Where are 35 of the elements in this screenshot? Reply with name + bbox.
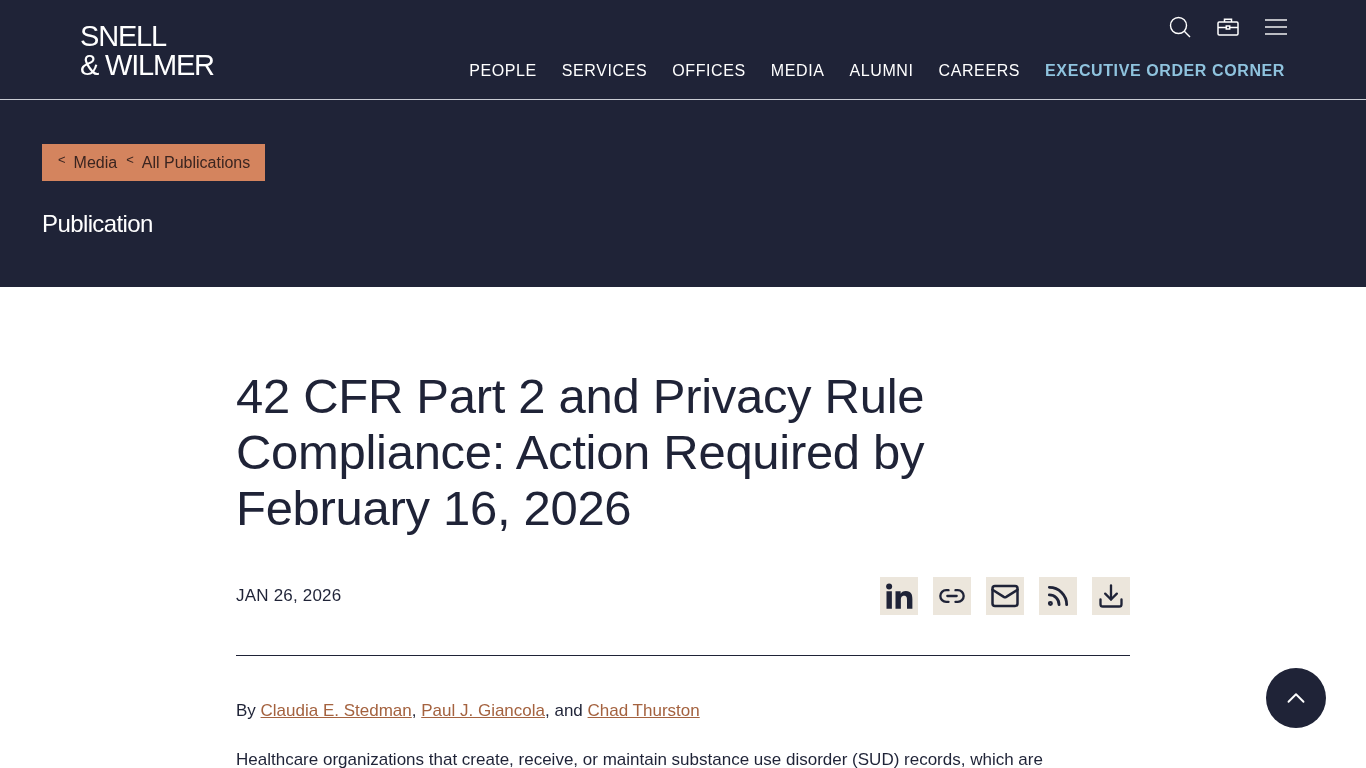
nav-link[interactable]: ALUMNI	[849, 61, 914, 81]
nav-link[interactable]: MEDIA	[770, 61, 825, 81]
author-link[interactable]: Paul J. Giancola	[421, 701, 545, 720]
briefcase-button[interactable]	[1217, 18, 1239, 36]
linkedin-icon	[884, 581, 914, 611]
nav-link[interactable]: SERVICES	[561, 61, 648, 81]
nav-link[interactable]: OFFICES	[672, 61, 746, 81]
breadcrumb-link[interactable]: All Publications	[141, 153, 251, 172]
nav-link[interactable]: CAREERS	[938, 61, 1021, 81]
search-button[interactable]	[1169, 16, 1191, 38]
nav-link[interactable]: PEOPLE	[469, 61, 537, 81]
byline: By Claudia E. Stedman, Paul J. Giancola, and Chad Thurston	[236, 700, 701, 722]
section-label: Publication	[42, 209, 153, 239]
menu-button[interactable]	[1265, 19, 1287, 35]
copy-link-button[interactable]	[933, 577, 971, 615]
chevron-icon: <	[126, 152, 134, 167]
download-icon	[1097, 582, 1125, 610]
breadcrumb-link[interactable]: Media	[73, 153, 118, 172]
publish-date: JAN 26, 2026	[236, 586, 342, 606]
menu-icon	[1265, 19, 1287, 35]
site-logo[interactable]: SNELL & WILMER	[80, 22, 214, 80]
author-link[interactable]: Chad Thurston	[587, 701, 700, 720]
author-link[interactable]: Claudia E. Stedman	[260, 701, 412, 720]
search-icon	[1169, 16, 1191, 38]
rss-button[interactable]	[1039, 577, 1077, 615]
rss-icon	[1045, 583, 1071, 609]
email-button[interactable]	[986, 577, 1024, 615]
body-paragraph: Healthcare organizations that create, receive, or maintain substance use disorder (SUD) records, which are	[236, 752, 1044, 768]
article-title: 42 CFR Part 2 and Privacy Rule Compliance: Action Required by February 16, 2026	[236, 368, 926, 536]
scroll-top-button[interactable]	[1266, 668, 1326, 728]
download-button[interactable]	[1092, 577, 1130, 615]
chevron-icon: <	[58, 152, 66, 167]
nav-link[interactable]: EXECUTIVE ORDER CORNER	[1045, 61, 1285, 81]
linkedin-share-button[interactable]	[880, 577, 918, 615]
briefcase-icon	[1217, 18, 1239, 36]
